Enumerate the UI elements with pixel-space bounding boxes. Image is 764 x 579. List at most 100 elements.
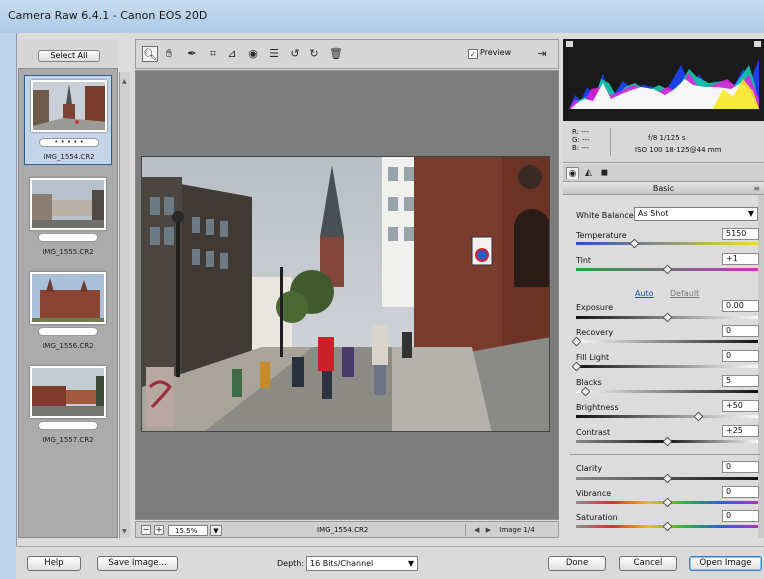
straighten-icon[interactable]: ⊿ <box>224 46 240 62</box>
preview-toggle[interactable]: ✓ Preview <box>468 48 511 59</box>
slider-label: Clarity <box>576 464 603 473</box>
thumbnail-image <box>30 272 106 324</box>
star-rating[interactable] <box>38 233 98 242</box>
next-image-icon[interactable]: ▶ <box>486 526 491 534</box>
fill-light-slider[interactable] <box>571 361 758 372</box>
chevron-down-icon: ▼ <box>407 559 414 568</box>
detail-tab-icon[interactable]: ◼ <box>598 167 611 179</box>
slider-value[interactable]: 5150 <box>722 228 759 240</box>
slider-label: Exposure <box>576 303 614 312</box>
filmstrip-thumbnail[interactable]: • • • • • IMG_1554.CR2 <box>24 75 112 165</box>
tint-slider[interactable] <box>576 264 758 275</box>
open-image-button[interactable]: Open Image <box>689 556 762 571</box>
depth-value: 16 Bits/Channel <box>310 559 374 568</box>
title-bar: Camera Raw 6.4.1 - Canon EOS 20D <box>0 0 764 33</box>
current-filename: IMG_1554.CR2 <box>317 526 369 534</box>
slider-value[interactable]: 5 <box>722 375 759 387</box>
slider-value[interactable]: 0 <box>722 350 759 362</box>
crop-icon[interactable]: ⌗ <box>205 46 221 62</box>
default-link[interactable]: Default <box>670 289 699 298</box>
filmstrip-thumbnail[interactable]: IMG_1556.CR2 <box>24 270 112 350</box>
saturation-slider[interactable] <box>576 521 758 532</box>
adjustment-tabs: ◉ ◭ ◼ <box>563 164 764 182</box>
green-value: G: --- <box>572 136 590 144</box>
white-balance-select[interactable]: As Shot ▼ <box>634 207 758 221</box>
slider-value[interactable]: +1 <box>722 253 759 265</box>
zoom-level-field[interactable]: 15.5% <box>168 525 208 536</box>
red-value: R: --- <box>572 128 589 136</box>
scroll-down-icon[interactable]: ▼ <box>122 528 127 535</box>
fullscreen-icon[interactable]: ⇥ <box>534 46 550 62</box>
depth-select[interactable]: 16 Bits/Channel ▼ <box>306 556 418 571</box>
image-pager: ◀ ▶ Image 1/4 <box>465 524 557 536</box>
slider-value[interactable]: 0 <box>722 510 759 522</box>
slider-label: Saturation <box>576 513 618 522</box>
save-image-button[interactable]: Save Image... <box>97 556 178 571</box>
preview-checkbox[interactable]: ✓ <box>468 49 478 59</box>
thumbnail-filename: IMG_1557.CR2 <box>42 436 94 444</box>
tone-curve-tab-icon[interactable]: ◭ <box>582 167 595 179</box>
blacks-slider[interactable] <box>576 386 758 397</box>
slider-value[interactable]: +50 <box>722 400 759 412</box>
trash-icon[interactable]: 🗑︎ <box>328 46 344 62</box>
star-rating[interactable] <box>38 327 98 336</box>
clarity-slider[interactable] <box>576 473 758 484</box>
exposure-slider[interactable] <box>576 312 758 323</box>
star-rating[interactable]: • • • • • <box>39 138 99 147</box>
contrast-slider[interactable] <box>576 436 758 447</box>
rotate-right-icon[interactable]: ↻ <box>306 46 322 62</box>
hand-icon[interactable]: ✋︎ <box>161 46 177 62</box>
slider-label: Blacks <box>576 378 602 387</box>
slider-value[interactable]: 0 <box>722 486 759 498</box>
red-eye-icon[interactable]: ◉ <box>245 46 261 62</box>
panel-menu-icon[interactable]: ≡ <box>753 182 760 195</box>
thumbnail-filename: IMG_1556.CR2 <box>42 342 94 350</box>
zoom-out-button[interactable]: − <box>141 525 151 535</box>
slider-value[interactable]: 0 <box>722 325 759 337</box>
vibrance-slider[interactable] <box>576 497 758 508</box>
thumbnail-filename: IMG_1555.CR2 <box>42 248 94 256</box>
shadow-clipping-warning-icon[interactable] <box>566 41 573 47</box>
zoom-dropdown[interactable]: ▼ <box>210 525 222 536</box>
select-all-button[interactable]: Select All <box>38 50 100 62</box>
white-balance-value: As Shot <box>638 209 669 218</box>
recovery-slider[interactable] <box>571 336 758 347</box>
star-rating[interactable] <box>38 421 98 430</box>
window-title: Camera Raw 6.4.1 - Canon EOS 20D <box>8 9 208 22</box>
temperature-slider[interactable] <box>576 238 758 249</box>
slider-value[interactable]: 0 <box>722 461 759 473</box>
slider-label: Tint <box>576 256 592 265</box>
slider-label: Recovery <box>576 328 614 337</box>
done-button[interactable]: Done <box>548 556 606 571</box>
panel-title: Basic <box>652 184 675 193</box>
status-bar: − + 15.5% ▼ IMG_1554.CR2 ◀ ▶ Image 1/4 <box>135 521 559 538</box>
zoom-in-button[interactable]: + <box>154 525 164 535</box>
info-divider <box>610 128 611 156</box>
thumbnail-image <box>30 178 106 230</box>
zoom-icon[interactable]: 🔍︎ <box>142 46 158 62</box>
slider-value[interactable]: 0.00 <box>722 300 759 312</box>
image-index: Image 1/4 <box>499 526 535 534</box>
filmstrip-scrollbar[interactable]: ▲ ▼ <box>119 72 130 538</box>
filmstrip-thumbnail[interactable]: IMG_1555.CR2 <box>24 176 112 256</box>
previous-image-icon[interactable]: ◀ <box>474 526 479 534</box>
highlight-clipping-warning-icon[interactable] <box>754 41 761 47</box>
preferences-icon[interactable]: ☰ <box>266 46 282 62</box>
basic-tab-icon[interactable]: ◉ <box>566 167 579 179</box>
auto-link[interactable]: Auto <box>635 289 654 298</box>
help-button[interactable]: Help <box>27 556 81 571</box>
eyedropper-icon[interactable]: ✒ <box>184 46 200 62</box>
panel-header: Basic ≡ <box>563 182 764 195</box>
thumbnail-image <box>30 366 106 418</box>
scroll-up-icon[interactable]: ▲ <box>122 78 127 85</box>
slider-label: Vibrance <box>576 489 612 498</box>
cancel-button[interactable]: Cancel <box>619 556 677 571</box>
rotate-left-icon[interactable]: ↺ <box>287 46 303 62</box>
slider-value[interactable]: +25 <box>722 425 759 437</box>
filmstrip-thumbnail[interactable]: IMG_1557.CR2 <box>24 364 112 444</box>
preview-label: Preview <box>480 48 512 57</box>
brightness-slider[interactable] <box>576 411 758 422</box>
rgb-readout: R: --- G: --- B: --- <box>572 128 590 152</box>
preview-image[interactable] <box>141 156 550 432</box>
slider-label: Temperature <box>576 231 627 240</box>
